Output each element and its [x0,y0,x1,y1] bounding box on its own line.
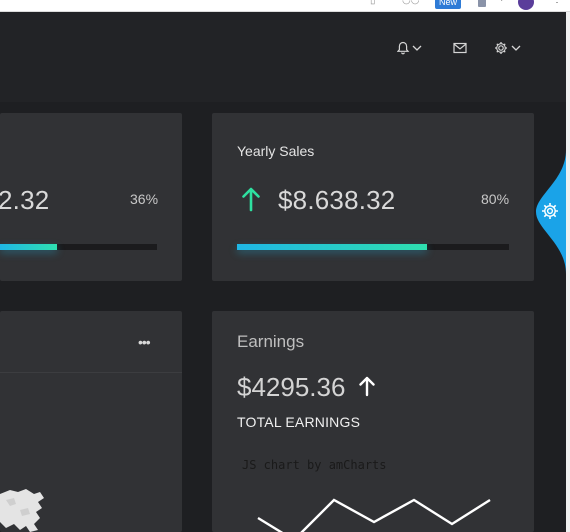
page-scrollbar[interactable] [566,12,570,532]
sales-progress-bar [237,244,509,250]
more-options-button[interactable]: ••• [138,334,151,350]
browser-toolbar: ▯ ◡◡ New · ⋮ [0,0,570,12]
world-map [0,489,44,532]
notifications-button[interactable] [397,40,423,56]
extension-icon[interactable] [478,0,486,7]
extension-icon[interactable]: ▯ [370,0,376,6]
settings-button[interactable] [494,40,522,56]
new-badge[interactable]: New [435,0,461,9]
extension-icon[interactable]: ◡◡ [402,0,419,6]
arrow-up-icon [242,187,260,212]
bell-icon [397,41,422,55]
panel-divider [0,372,182,373]
stat-value: 2.32 [0,185,50,215]
arrow-up-icon [359,376,375,397]
card-title: Yearly Sales [237,143,315,159]
earnings-subtitle: TOTAL EARNINGS [237,414,361,430]
earnings-series-line [257,498,491,532]
earnings-value: $4295.36 [237,372,346,402]
pin-icon[interactable]: · [500,0,503,6]
mail-icon [453,42,467,54]
sales-progress-fill [237,244,428,250]
sales-percent: 80% [481,191,510,207]
yearly-sales-card: Yearly Sales $8.638.32 80% [212,113,534,281]
earnings-line-chart [257,498,491,532]
earnings-title: Earnings [237,332,305,351]
theme-settings-tab[interactable] [534,150,566,274]
progress-bar-fill [0,244,57,250]
map-panel [0,311,182,532]
browser-menu-icon[interactable]: ⋮ [552,0,562,5]
top-header [0,12,566,102]
sales-value: $8.638.32 [278,185,396,215]
gear-icon [495,42,521,54]
messages-button[interactable] [453,40,467,56]
progress-bar [0,244,157,250]
stat-card: 2.32 36% [0,113,182,281]
profile-avatar[interactable] [518,0,534,10]
stat-percent: 36% [130,191,159,207]
chart-credit-link[interactable]: JS chart by amCharts [242,458,387,472]
